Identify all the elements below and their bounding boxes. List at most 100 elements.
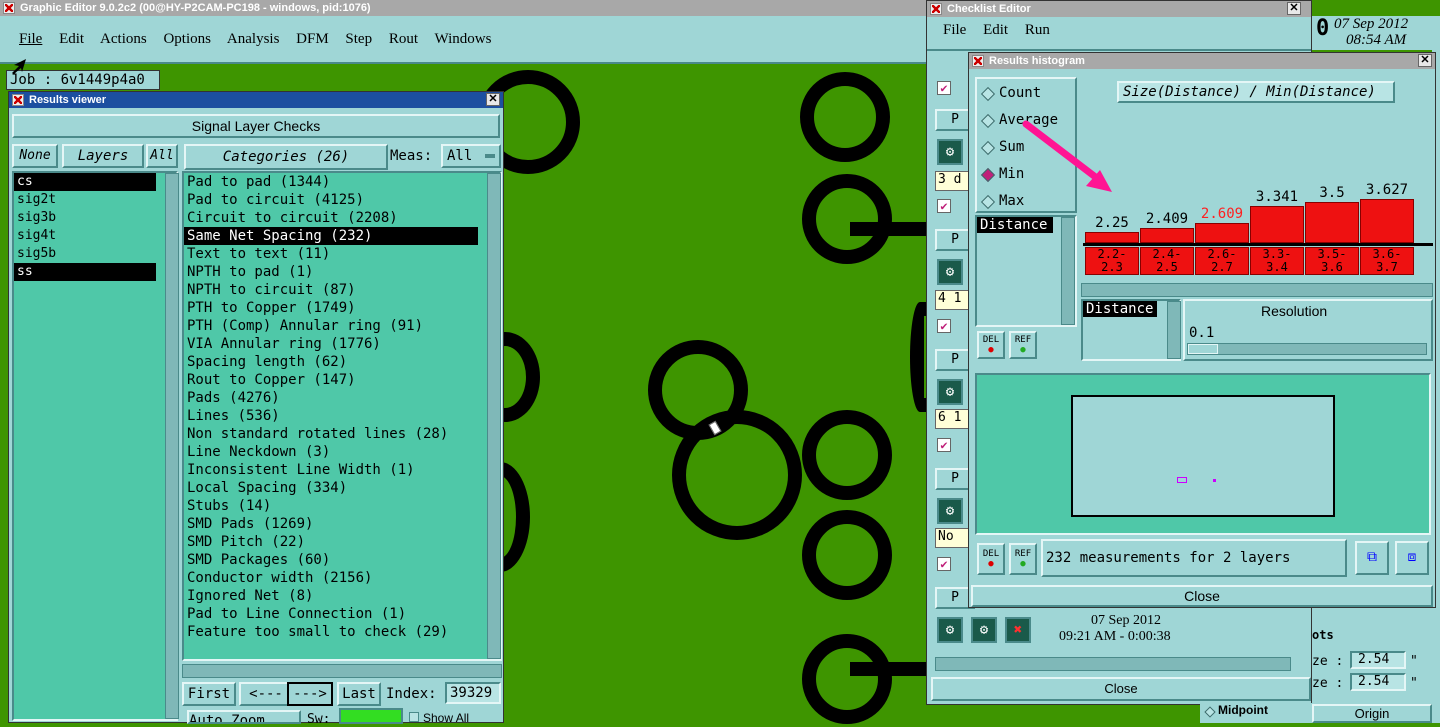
histogram-bar[interactable] [1305, 201, 1359, 243]
menu-options[interactable]: Options [163, 31, 211, 47]
run-icon[interactable]: ⚙ [971, 617, 997, 643]
none-button[interactable]: None [12, 144, 58, 168]
radio-min-icon[interactable] [980, 167, 996, 183]
run-icon[interactable]: ⚙ [937, 379, 963, 405]
checklist-hscrollbar[interactable] [935, 657, 1291, 671]
list-item[interactable]: NPTH to pad (1) [184, 263, 500, 281]
checklist-menu-edit[interactable]: Edit [983, 22, 1008, 38]
layer-item-ss[interactable]: ss [14, 263, 156, 281]
histogram-bar[interactable] [1195, 223, 1249, 243]
list-item[interactable]: SMD Pads (1269) [184, 515, 500, 533]
list-item[interactable]: Circuit to circuit (2208) [184, 209, 500, 227]
radio-count-icon[interactable] [980, 86, 996, 102]
checklist-editor-titlebar[interactable]: Checklist Editor ✕ [927, 1, 1311, 17]
size1-input[interactable]: 2.54 [1350, 651, 1406, 669]
check-item-checkbox[interactable]: ✔ [937, 81, 951, 95]
check-item-checkbox[interactable]: ✔ [937, 438, 951, 452]
checklist-close-button[interactable]: Close [931, 677, 1311, 701]
meas-dropdown[interactable]: All [441, 144, 501, 168]
layer-item-cs[interactable]: cs [14, 173, 156, 191]
list-item[interactable]: Spacing length (62) [184, 353, 500, 371]
list-item[interactable]: Local Spacing (334) [184, 479, 500, 497]
ref-button[interactable]: REF ● [1009, 331, 1037, 359]
list-item[interactable]: Feature too small to check (29) [184, 623, 500, 641]
list-item[interactable]: SMD Pitch (22) [184, 533, 500, 551]
radio-count-label[interactable]: Count [999, 85, 1041, 101]
all-layers-button[interactable]: All [146, 144, 178, 168]
attribute-item-distance[interactable]: Distance [977, 217, 1053, 233]
histogram-bar[interactable] [1085, 232, 1139, 243]
show-all-checkbox[interactable] [409, 712, 419, 722]
list-item[interactable]: PTH (Comp) Annular ring (91) [184, 317, 500, 335]
histogram-hscrollbar[interactable] [1081, 283, 1433, 297]
check-item-checkbox[interactable]: ✔ [937, 199, 951, 213]
histogram-bar[interactable] [1250, 205, 1304, 243]
del-button[interactable]: DEL ● [977, 331, 1005, 359]
list-item[interactable]: Conductor width (2156) [184, 569, 500, 587]
histogram-close-button[interactable]: Close [971, 585, 1433, 607]
close-icon[interactable]: ✕ [1418, 54, 1432, 67]
layers-scrollbar[interactable] [165, 173, 179, 719]
list-item[interactable]: VIA Annular ring (1776) [184, 335, 500, 353]
zoom-dropdown[interactable]: Auto Zoom [187, 710, 301, 724]
preview-ref-button[interactable]: REF ● [1009, 543, 1037, 575]
radio-average-icon[interactable] [980, 113, 996, 129]
menu-dfm[interactable]: DFM [296, 31, 329, 47]
run-icon[interactable]: ⚙ [937, 498, 963, 524]
results-viewer-titlebar[interactable]: Results viewer ✕ [9, 92, 503, 108]
index-input[interactable]: 39329 [445, 682, 501, 704]
next-button[interactable]: ---> [287, 682, 333, 706]
list-item[interactable]: Pad to Line Connection (1) [184, 605, 500, 623]
preview-del-button[interactable]: DEL ● [977, 543, 1005, 575]
list-item[interactable]: Pads (4276) [184, 389, 500, 407]
attribute-scrollbar[interactable] [1061, 217, 1075, 325]
list-item[interactable]: Line Neckdown (3) [184, 443, 500, 461]
slider-thumb[interactable] [1188, 344, 1218, 354]
categories-hscrollbar[interactable] [182, 664, 502, 678]
zoom-out-icon[interactable]: ⧈ [1395, 541, 1429, 575]
list-item[interactable]: PTH to Copper (1749) [184, 299, 500, 317]
check-item-checkbox[interactable]: ✔ [937, 319, 951, 333]
menu-file[interactable]: File [19, 31, 42, 47]
color-swatch[interactable] [339, 708, 403, 724]
preview-frame[interactable] [1071, 395, 1335, 517]
results-histogram-titlebar[interactable]: Results histogram ✕ [969, 53, 1435, 69]
radio-max-icon[interactable] [980, 194, 996, 210]
layer-item-sig4t[interactable]: sig4t [14, 227, 176, 245]
menu-rout[interactable]: Rout [389, 31, 418, 47]
layers-button[interactable]: Layers [62, 144, 144, 168]
list-item[interactable]: Same Net Spacing (232) [184, 227, 478, 245]
checklist-menu-file[interactable]: File [943, 22, 966, 38]
list-item[interactable]: SMD Packages (60) [184, 551, 500, 569]
menu-actions[interactable]: Actions [100, 31, 147, 47]
list-item[interactable]: Inconsistent Line Width (1) [184, 461, 500, 479]
prev-button[interactable]: <--- [239, 682, 293, 706]
field-item-distance[interactable]: Distance [1083, 301, 1157, 317]
list-item[interactable]: Stubs (14) [184, 497, 500, 515]
histogram-bar[interactable] [1360, 198, 1414, 243]
list-item[interactable]: Pad to circuit (4125) [184, 191, 500, 209]
layer-item-sig5b[interactable]: sig5b [14, 245, 176, 263]
list-item[interactable]: Ignored Net (8) [184, 587, 500, 605]
radio-sum-icon[interactable] [980, 140, 996, 156]
list-item[interactable]: Rout to Copper (147) [184, 371, 500, 389]
first-button[interactable]: First [182, 682, 236, 706]
signal-layer-checks-header[interactable]: Signal Layer Checks [12, 114, 500, 138]
menu-step[interactable]: Step [345, 31, 372, 47]
run-icon[interactable]: ⚙ [937, 139, 963, 165]
check-item-checkbox[interactable]: ✔ [937, 557, 951, 571]
categories-button[interactable]: Categories (26) [184, 144, 388, 170]
close-icon[interactable]: ✕ [486, 93, 500, 106]
origin-button[interactable]: Origin [1312, 704, 1432, 723]
list-item[interactable]: Text to text (11) [184, 245, 500, 263]
histogram-bar[interactable] [1140, 228, 1194, 243]
list-item[interactable]: Lines (536) [184, 407, 500, 425]
zoom-in-icon[interactable]: ⧉ [1355, 541, 1389, 575]
menu-analysis[interactable]: Analysis [227, 31, 280, 47]
menu-edit[interactable]: Edit [59, 31, 84, 47]
size2-input[interactable]: 2.54 [1350, 673, 1406, 691]
run-icon[interactable]: ⚙ [937, 617, 963, 643]
list-item[interactable]: NPTH to circuit (87) [184, 281, 500, 299]
last-button[interactable]: Last [337, 682, 381, 706]
run-icon[interactable]: ⚙ [937, 259, 963, 285]
